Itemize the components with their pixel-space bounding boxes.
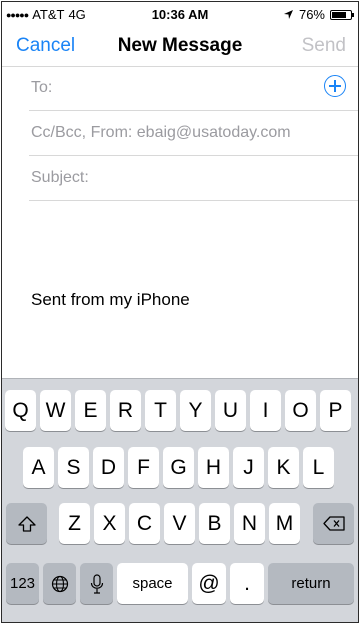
cc-bcc-from-label: Cc/Bcc, From: ebaig@usatoday.com — [31, 124, 291, 141]
key-t[interactable]: T — [145, 390, 176, 431]
key-h[interactable]: H — [198, 447, 229, 488]
at-key[interactable]: @ — [192, 563, 226, 604]
key-o[interactable]: O — [285, 390, 316, 431]
delete-key[interactable] — [313, 503, 354, 544]
key-y[interactable]: Y — [180, 390, 211, 431]
phone-screen: ●●●●● AT&T 4G 10:36 AM 76% Cancel New Me… — [1, 1, 359, 623]
status-bar: ●●●●● AT&T 4G 10:36 AM 76% — [2, 2, 358, 26]
key-w[interactable]: W — [40, 390, 71, 431]
key-g[interactable]: G — [163, 447, 194, 488]
key-k[interactable]: K — [268, 447, 299, 488]
divider — [29, 200, 358, 201]
keyboard: QWERTYUIOP ASDFGHJKL ZXCVBNM 123 space @… — [2, 378, 358, 622]
globe-icon — [51, 575, 69, 593]
add-contact-icon[interactable] — [324, 75, 346, 97]
status-right: 76% — [283, 7, 354, 22]
subject-label: Subject: — [31, 169, 89, 186]
location-arrow-icon — [283, 9, 294, 20]
signature-text: Sent from my iPhone — [31, 290, 190, 309]
to-label: To: — [31, 79, 53, 96]
send-button[interactable]: Send — [302, 35, 346, 57]
key-i[interactable]: I — [250, 390, 281, 431]
key-n[interactable]: N — [234, 503, 265, 544]
cc-bcc-from-field[interactable]: Cc/Bcc, From: ebaig@usatoday.com — [2, 111, 358, 156]
globe-key[interactable] — [43, 563, 76, 604]
key-f[interactable]: F — [128, 447, 159, 488]
key-x[interactable]: X — [94, 503, 125, 544]
key-m[interactable]: M — [269, 503, 300, 544]
key-b[interactable]: B — [199, 503, 230, 544]
battery-icon — [330, 9, 354, 20]
key-j[interactable]: J — [233, 447, 264, 488]
delete-icon — [322, 516, 345, 531]
key-l[interactable]: L — [303, 447, 334, 488]
dictation-key[interactable] — [80, 563, 113, 604]
key-p[interactable]: P — [320, 390, 351, 431]
period-key[interactable]: . — [230, 563, 264, 604]
key-d[interactable]: D — [93, 447, 124, 488]
battery-percentage: 76% — [298, 7, 325, 22]
key-z[interactable]: Z — [59, 503, 90, 544]
key-a[interactable]: A — [23, 447, 54, 488]
microphone-icon — [90, 573, 104, 594]
return-key[interactable]: return — [268, 563, 354, 604]
navigation-bar: Cancel New Message Send — [2, 26, 358, 67]
key-e[interactable]: E — [75, 390, 106, 431]
message-body[interactable]: Sent from my iPhone — [2, 202, 358, 378]
key-v[interactable]: V — [164, 503, 195, 544]
shift-key[interactable] — [6, 503, 47, 544]
key-u[interactable]: U — [215, 390, 246, 431]
key-c[interactable]: C — [129, 503, 160, 544]
battery-level — [332, 11, 346, 18]
space-key[interactable]: space — [117, 563, 188, 604]
shift-icon — [17, 515, 36, 532]
key-r[interactable]: R — [110, 390, 141, 431]
key-q[interactable]: Q — [5, 390, 36, 431]
numbers-key[interactable]: 123 — [6, 563, 39, 604]
subject-field[interactable]: Subject: — [2, 156, 358, 201]
to-field[interactable]: To: — [2, 66, 358, 111]
key-s[interactable]: S — [58, 447, 89, 488]
